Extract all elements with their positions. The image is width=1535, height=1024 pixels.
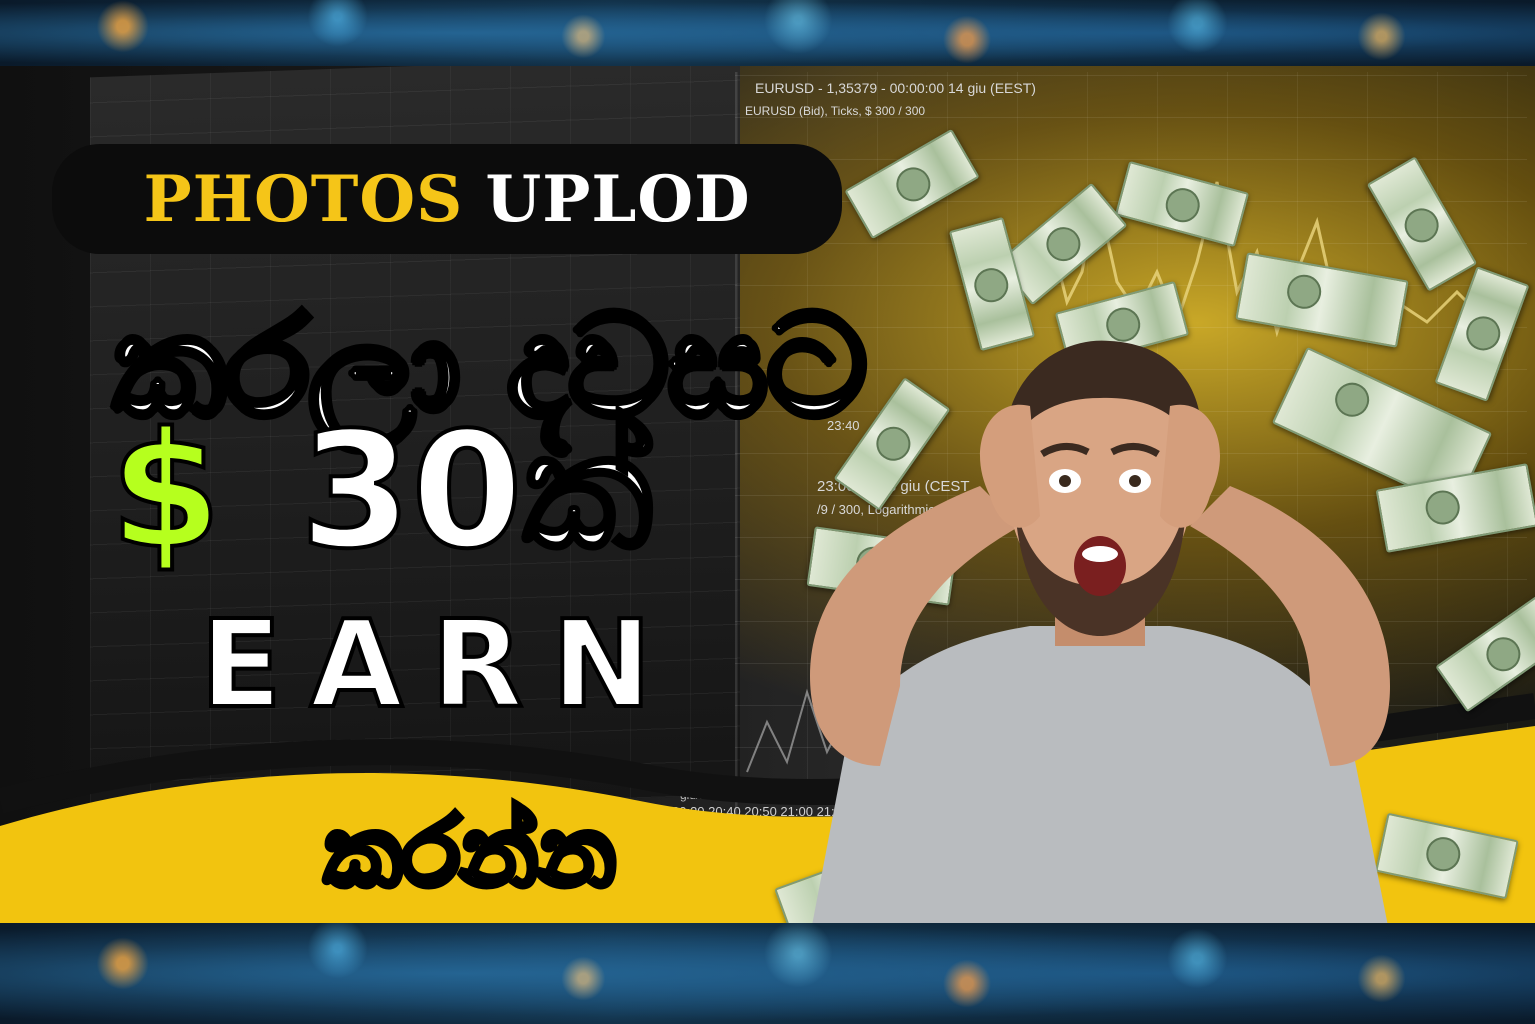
amount-text: 30ක් [298,397,655,584]
thumbnail-stage: EURUSD - 1,35379 - 00:00:00 14 giu (EEST… [0,66,1535,923]
title-pill: PHOTOS UPLOD [52,144,842,254]
bokeh-bottom-band [0,923,1535,1024]
sinhala-cta: කරන්න [321,796,619,908]
dollar-sign: $ [108,397,223,584]
title-uplod: UPLOD [485,161,751,237]
bokeh-top-band [0,0,1535,66]
earn-text: EARN [198,596,680,735]
title-photos: PHOTOS [143,161,464,237]
